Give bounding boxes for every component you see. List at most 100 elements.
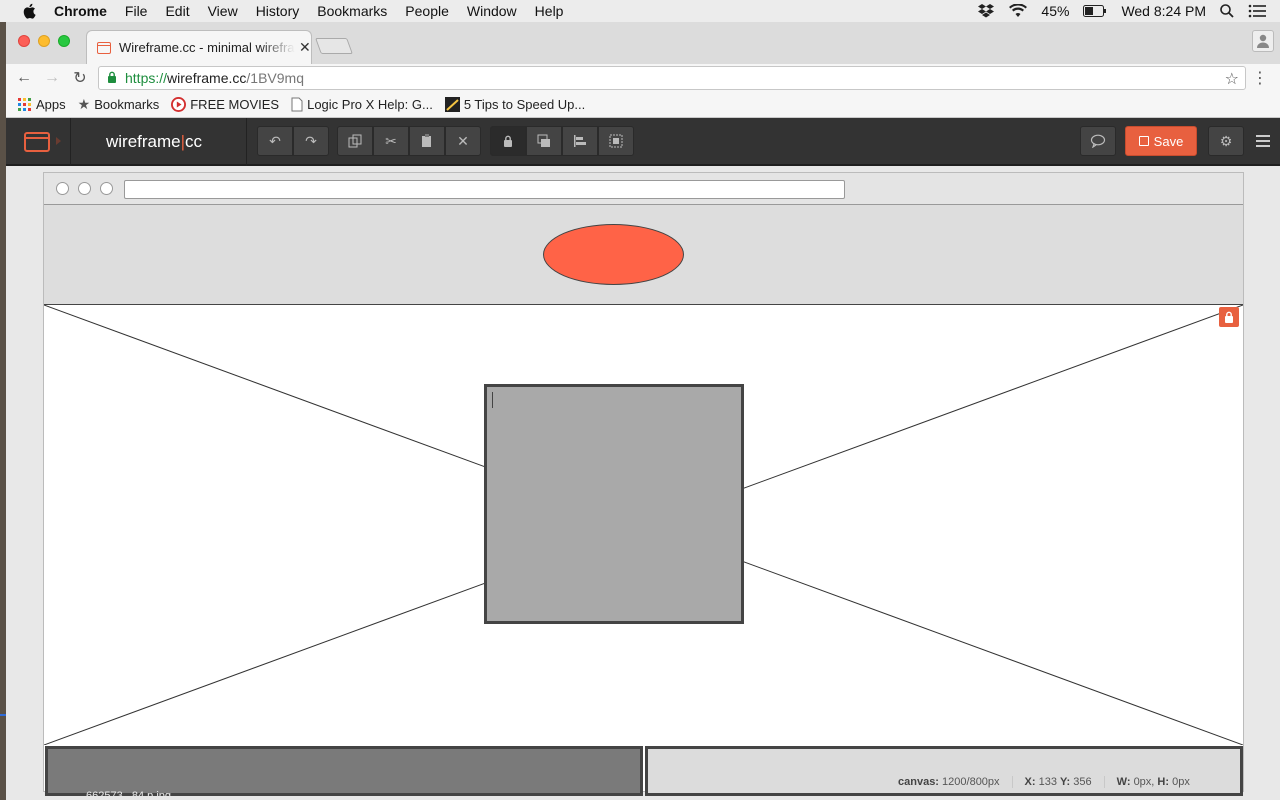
delete-x-icon: ✕ [457, 132, 469, 149]
window-zoom-button[interactable] [58, 35, 70, 47]
menu-edit[interactable]: Edit [165, 3, 189, 19]
paste-icon [422, 134, 431, 147]
bookmark-label: 5 Tips to Speed Up... [463, 97, 586, 112]
forward-arrow-icon[interactable]: → [42, 69, 62, 87]
page-icon [291, 97, 303, 112]
menu-file[interactable]: File [125, 3, 148, 19]
play-circle-icon [171, 97, 187, 112]
app-logo: wireframe|cc [106, 132, 202, 152]
menu-app-name[interactable]: Chrome [54, 3, 107, 19]
tab-wireframe[interactable]: Wireframe.cc - minimal wireframing tool … [86, 30, 312, 64]
menu-history[interactable]: History [256, 3, 300, 19]
url-host: wireframe.cc [167, 70, 247, 86]
mock-browser-bar[interactable] [44, 173, 1243, 205]
footer-block-left[interactable] [45, 746, 643, 796]
comment-button[interactable] [1080, 126, 1116, 156]
menu-people[interactable]: People [405, 3, 449, 19]
bookmark-label: Apps [36, 97, 66, 112]
paste-button[interactable] [409, 126, 445, 156]
undo-button[interactable]: ↶ [257, 126, 293, 156]
back-arrow-icon[interactable]: ← [14, 69, 34, 87]
window-minimize-button[interactable] [38, 35, 50, 47]
menubar-clock[interactable]: Wed 8:24 PM [1121, 3, 1206, 19]
hamburger-menu-icon[interactable] [1256, 135, 1270, 150]
caret-right-icon [56, 137, 61, 145]
window-close-button[interactable] [18, 35, 30, 47]
bookmark-star-icon[interactable]: ☆ [1225, 69, 1239, 89]
url-scheme: https:// [125, 70, 168, 86]
toolbar-divider [246, 118, 247, 166]
wifi-icon[interactable] [1009, 4, 1028, 18]
cut-button[interactable]: ✂ [373, 126, 409, 156]
url-path: /1BV9mq [246, 70, 304, 86]
undo-icon: ↶ [269, 132, 281, 149]
bookmark-bookmarks[interactable]: ★ Bookmarks [78, 96, 160, 113]
spotlight-search-icon[interactable] [1220, 4, 1234, 18]
window-edge-accent [0, 714, 6, 716]
locked-element-icon[interactable] [1219, 307, 1239, 327]
bookmark-label: FREE MOVIES [190, 97, 280, 112]
logo-suffix: cc [185, 132, 203, 151]
bookmark-speed-tips[interactable]: 5 Tips to Speed Up... [444, 97, 586, 112]
reload-icon[interactable]: ↻ [70, 68, 90, 88]
save-button[interactable]: Save [1125, 126, 1197, 156]
bookmark-label: Bookmarks [94, 97, 160, 112]
secure-lock-icon[interactable] [107, 71, 117, 86]
clipboard-button-group: ✂ ✕ [337, 126, 481, 156]
mock-window-dot [78, 182, 91, 195]
battery-icon[interactable] [1083, 5, 1107, 17]
desktop-file-label[interactable]: 662573...84 p.jpg [86, 790, 171, 800]
save-label: Save [1153, 133, 1184, 149]
lock-icon [504, 135, 512, 147]
tab-close-icon[interactable]: ✕ [299, 39, 311, 56]
menu-window[interactable]: Window [467, 3, 517, 19]
menubar-status-area: 45% Wed 8:24 PM [977, 0, 1280, 22]
address-bar[interactable]: https:// wireframe.cc /1BV9mq ☆ [98, 66, 1246, 90]
redo-button[interactable]: ↷ [293, 126, 329, 156]
align-button[interactable] [562, 126, 598, 156]
wireframe-app: wireframe|cc ↶ ↷ ✂ ✕ Save ⚙ canvas: 1200… [6, 118, 1280, 800]
menu-view[interactable]: View [208, 3, 238, 19]
tab-title: Wireframe.cc - minimal wireframing tool [119, 40, 295, 55]
menu-help[interactable]: Help [535, 3, 564, 19]
app-menu-window-icon[interactable] [24, 132, 50, 152]
gears-icon: ⚙ [1219, 132, 1233, 149]
mock-window-dot [56, 182, 69, 195]
status-label: X: [1024, 776, 1036, 788]
bookmark-label: Logic Pro X Help: G... [307, 97, 433, 112]
tab-strip: Wireframe.cc - minimal wireframing tool … [6, 22, 1280, 64]
bookmark-free-movies[interactable]: FREE MOVIES [171, 97, 279, 112]
history-button-group: ↶ ↷ [257, 126, 329, 156]
arrange-button-group [490, 126, 634, 156]
profile-button[interactable] [1252, 30, 1274, 52]
text-cursor [492, 392, 493, 408]
align-left-icon [574, 135, 586, 147]
bring-forward-button[interactable] [526, 126, 562, 156]
delete-button[interactable]: ✕ [445, 126, 481, 156]
selection-size-readout: W: 0px, H: 0px [1103, 776, 1202, 788]
duplicate-button[interactable] [337, 126, 373, 156]
gray-rectangle-selected[interactable] [484, 384, 744, 624]
status-label: H: [1157, 776, 1170, 788]
menu-bookmarks[interactable]: Bookmarks [317, 3, 387, 19]
browser-toolbar: ← → ↻ https:// wireframe.cc /1BV9mq ☆ ⋮ [6, 64, 1280, 92]
notification-center-icon[interactable] [1248, 4, 1266, 18]
bookmark-logic-pro[interactable]: Logic Pro X Help: G... [291, 97, 433, 112]
cursor-position-readout: X: 133 Y: 356 [1011, 776, 1104, 788]
dropbox-icon[interactable] [977, 3, 995, 19]
ellipse-shape[interactable] [543, 224, 684, 285]
thumbnail-icon [444, 97, 460, 112]
chrome-menu-icon[interactable]: ⋮ [1252, 68, 1268, 88]
apple-logo-icon[interactable] [20, 3, 38, 19]
settings-button[interactable]: ⚙ [1208, 126, 1244, 156]
bookmark-apps[interactable]: Apps [18, 97, 66, 112]
toolbar-divider [70, 118, 71, 166]
group-button[interactable] [598, 126, 634, 156]
mock-header-block[interactable] [44, 205, 1243, 305]
mock-window-dot [100, 182, 113, 195]
lock-button[interactable] [490, 126, 526, 156]
status-bar: canvas: 1200/800px X: 133 Y: 356 W: 0px,… [886, 772, 1202, 792]
new-tab-button[interactable] [315, 38, 353, 54]
save-disk-icon [1138, 136, 1149, 146]
wireframe-canvas[interactable] [43, 172, 1244, 796]
